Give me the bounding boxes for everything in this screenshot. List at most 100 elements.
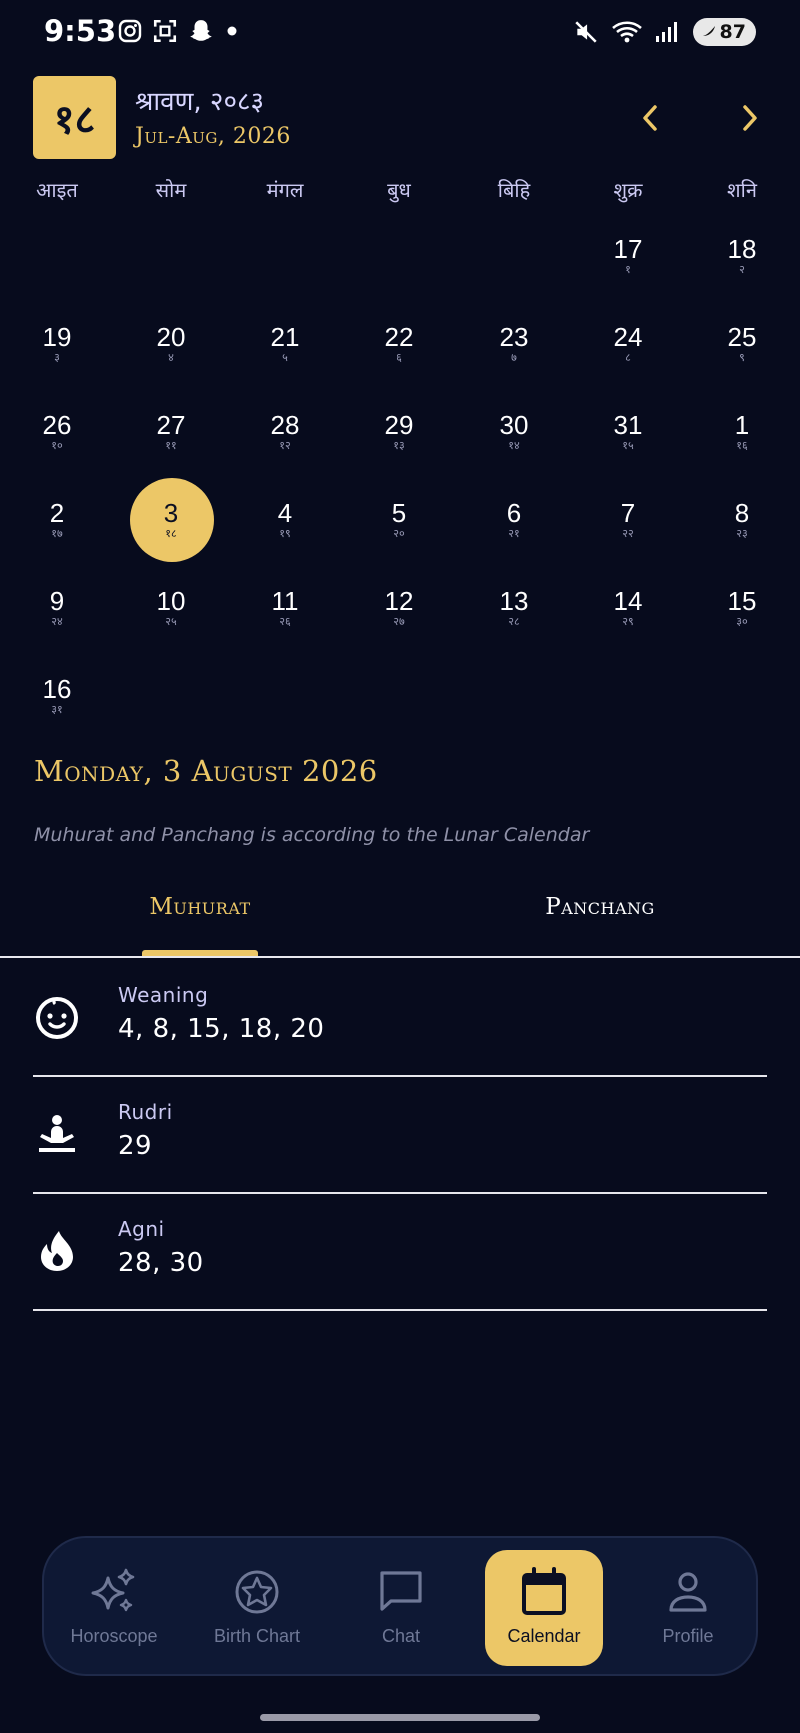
day-nepali: १५ — [622, 438, 634, 452]
day-nepali: २१ — [508, 526, 520, 540]
signal-icon — [655, 22, 677, 42]
fire-icon — [33, 1227, 81, 1275]
calendar-day[interactable]: 9 २४ — [12, 587, 102, 671]
calendar-day[interactable]: 24 ८ — [583, 323, 673, 407]
month-title-nepali: श्रावण, २०८३ — [135, 87, 265, 117]
calendar-day[interactable]: 18 २ — [697, 235, 787, 319]
calendar-day[interactable]: 31 १५ — [583, 411, 673, 495]
calendar-day[interactable]: 1 १६ — [697, 411, 787, 495]
calendar-day[interactable]: 25 ९ — [697, 323, 787, 407]
day-nepali: ६ — [396, 350, 402, 364]
day-nepali: १३ — [393, 438, 405, 452]
list-item-label: Agni — [118, 1217, 165, 1241]
calendar-day[interactable]: 27 ११ — [126, 411, 216, 495]
list-item-label: Weaning — [118, 983, 209, 1007]
day-gregorian: 6 — [506, 498, 522, 528]
dot-icon — [227, 26, 237, 36]
list-item-label: Rudri — [118, 1100, 173, 1124]
nav-label: Profile — [662, 1626, 714, 1646]
calendar-day[interactable]: 17 १ — [583, 235, 673, 319]
day-nepali: ३ — [54, 350, 60, 364]
bottom-navigation: Horoscope Birth Chart Chat Calendar Prof… — [42, 1536, 758, 1676]
nav-profile[interactable]: Profile — [623, 1550, 753, 1666]
prev-month-button[interactable] — [630, 98, 670, 138]
day-nepali: २६ — [279, 614, 291, 628]
day-gregorian: 30 — [499, 410, 529, 440]
nav-label: Birth Chart — [213, 1626, 301, 1646]
calendar-day[interactable]: 2 १७ — [12, 499, 102, 583]
calendar-day[interactable]: 11 २६ — [240, 587, 330, 671]
battery-icon — [702, 26, 715, 36]
day-nepali: ७ — [511, 350, 517, 364]
mute-icon — [574, 21, 597, 43]
day-nepali: ४ — [168, 350, 174, 364]
day-gregorian: 14 — [613, 586, 643, 616]
tab-muhurat[interactable]: Muhurat — [0, 894, 400, 920]
nav-calendar[interactable]: Calendar — [485, 1550, 603, 1666]
day-gregorian: 2 — [49, 498, 65, 528]
list-item-value: 29 — [118, 1131, 153, 1161]
calendar-day[interactable]: 26 १० — [12, 411, 102, 495]
tab-bar: Muhurat Panchang — [0, 880, 800, 958]
list-item-value: 28, 30 — [118, 1248, 204, 1278]
calendar-day[interactable]: 14 २९ — [583, 587, 673, 671]
meditation-icon — [33, 1110, 81, 1158]
list-item-value: 4, 8, 15, 18, 20 — [118, 1014, 325, 1044]
calendar-day[interactable]: 20 ४ — [126, 323, 216, 407]
nav-chat[interactable]: Chat — [336, 1550, 466, 1666]
calendar-day[interactable]: 4 १९ — [240, 499, 330, 583]
calendar-day-selected[interactable]: 3 १८ — [126, 499, 216, 583]
weekday-label: शुक्र — [613, 178, 643, 202]
calendar-day[interactable]: 28 १२ — [240, 411, 330, 495]
day-nepali: २७ — [393, 614, 405, 628]
day-gregorian: 26 — [42, 410, 72, 440]
calendar-day[interactable]: 12 २७ — [354, 587, 444, 671]
nav-label: Horoscope — [70, 1626, 158, 1646]
nav-horoscope[interactable]: Horoscope — [49, 1550, 179, 1666]
next-month-button[interactable] — [730, 98, 770, 138]
active-tab-indicator — [142, 950, 258, 956]
weekday-label: आइत — [36, 178, 78, 202]
screenshot-icon — [153, 19, 177, 43]
day-gregorian: 19 — [42, 322, 72, 352]
calendar-day[interactable]: 7 २२ — [583, 499, 673, 583]
today-badge[interactable]: १८ — [33, 76, 116, 159]
day-nepali: १२ — [279, 438, 291, 452]
calendar-day[interactable]: 15 ३० — [697, 587, 787, 671]
tab-panchang[interactable]: Panchang — [400, 894, 800, 920]
calendar-day[interactable]: 19 ३ — [12, 323, 102, 407]
weekday-label: बुध — [387, 178, 411, 202]
selected-date-title: Monday, 3 August 2026 — [34, 754, 378, 788]
weekday-label: बिहि — [497, 178, 531, 202]
calendar-day[interactable]: 30 १४ — [469, 411, 559, 495]
calendar-day[interactable]: 8 २३ — [697, 499, 787, 583]
person-icon — [669, 1572, 707, 1612]
day-nepali: १ — [625, 262, 631, 276]
chevron-left-icon — [643, 105, 657, 131]
calendar-day[interactable]: 13 २८ — [469, 587, 559, 671]
nav-birth-chart[interactable]: Birth Chart — [192, 1550, 322, 1666]
calendar-day[interactable]: 10 २५ — [126, 587, 216, 671]
calendar-day[interactable]: 16 ३१ — [12, 675, 102, 759]
list-item[interactable]: Rudri 29 — [33, 1077, 767, 1194]
day-gregorian: 9 — [49, 586, 65, 616]
list-item[interactable]: Weaning 4, 8, 15, 18, 20 — [33, 960, 767, 1077]
wifi-icon — [611, 21, 642, 43]
nav-label: Chat — [381, 1626, 421, 1646]
chat-bubble-icon — [380, 1571, 422, 1611]
day-nepali: १६ — [736, 438, 748, 452]
calendar-day[interactable]: 22 ६ — [354, 323, 444, 407]
day-nepali: ३१ — [51, 702, 63, 716]
day-gregorian: 22 — [384, 322, 414, 352]
lunar-calendar-note: Muhurat and Panchang is according to the… — [34, 824, 590, 846]
day-gregorian: 27 — [156, 410, 186, 440]
list-item[interactable]: Agni 28, 30 — [33, 1194, 767, 1311]
calendar-grid: 17 १ 18 २ 19 ३ 20 ४ 21 ५ 22 ६ 23 ७ 24 ८ 25 ९ 26 १० 27 ११ 28 १२ 2… — [0, 228, 800, 728]
calendar-day[interactable]: 6 २१ — [469, 499, 559, 583]
day-nepali: १८ — [165, 526, 177, 540]
calendar-day[interactable]: 5 २० — [354, 499, 444, 583]
calendar-day[interactable]: 23 ७ — [469, 323, 559, 407]
calendar-day[interactable]: 29 १३ — [354, 411, 444, 495]
calendar-day[interactable]: 21 ५ — [240, 323, 330, 407]
weekday-label: मंगल — [266, 178, 304, 202]
